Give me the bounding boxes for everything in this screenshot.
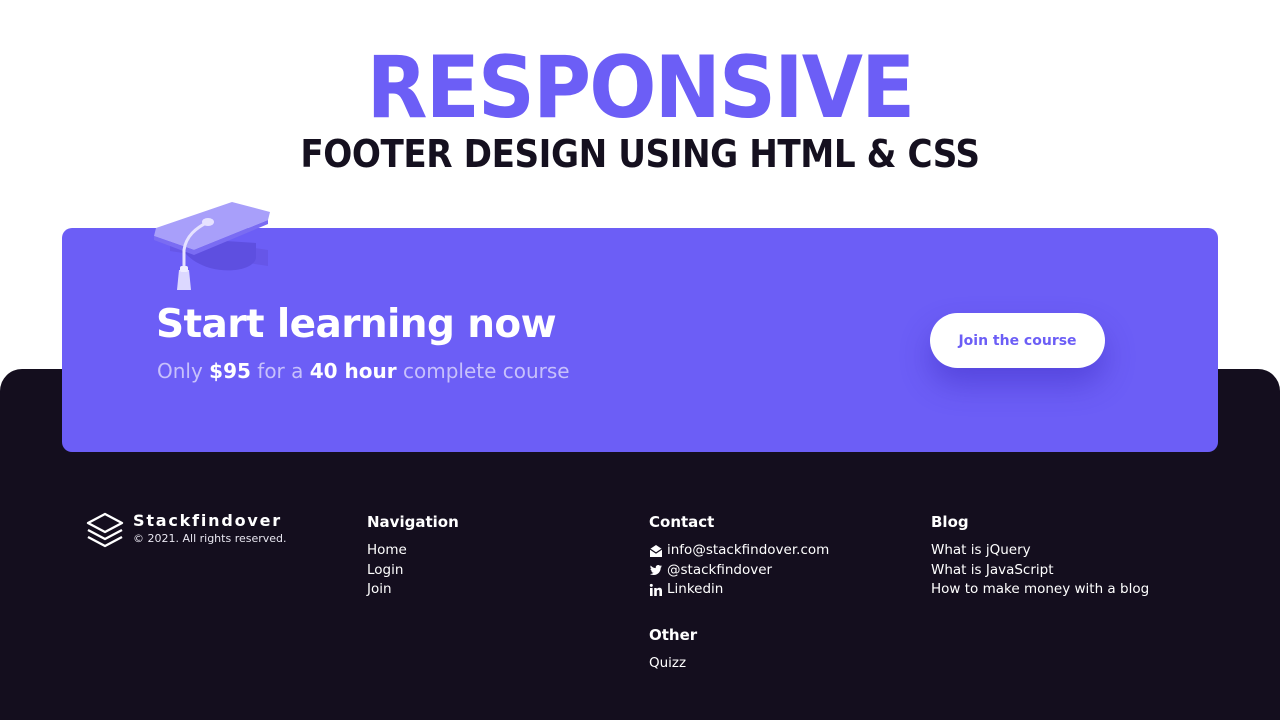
other-item-quizz[interactable]: Quizz: [649, 654, 697, 674]
cta-sub-suffix: complete course: [396, 359, 570, 383]
contact-heading: Contact: [649, 513, 715, 531]
navigation-column: Navigation Home Login Join: [367, 512, 459, 600]
other-link-quizz[interactable]: Quizz: [649, 654, 686, 674]
cta-title: Start learning now: [156, 302, 557, 347]
nav-item-join[interactable]: Join: [367, 580, 459, 600]
cta-subtitle: Only $95 for a 40 hour complete course: [157, 358, 570, 384]
contact-linkedin-link[interactable]: Linkedin: [667, 580, 723, 600]
nav-link-login[interactable]: Login: [367, 561, 403, 581]
navigation-heading: Navigation: [367, 513, 459, 531]
cta-sub-mid: for a: [250, 359, 310, 383]
contact-twitter[interactable]: @stackfindover: [649, 561, 829, 581]
blog-column: Blog What is jQuery What is JavaScript H…: [931, 512, 1149, 600]
layers-icon: [86, 512, 124, 548]
contact-twitter-link[interactable]: @stackfindover: [667, 561, 772, 581]
blog-link-javascript[interactable]: What is JavaScript: [931, 561, 1054, 581]
contact-column: Contact info@stackfindover.com @stackfin…: [649, 512, 829, 600]
other-column: Other Quizz: [649, 625, 697, 674]
contact-email-link[interactable]: info@stackfindover.com: [667, 541, 829, 561]
nav-item-login[interactable]: Login: [367, 561, 459, 581]
join-course-button[interactable]: Join the course: [930, 313, 1105, 368]
twitter-icon: [649, 565, 662, 576]
cta-sub-prefix: Only: [157, 359, 210, 383]
nav-link-home[interactable]: Home: [367, 541, 407, 561]
blog-heading: Blog: [931, 513, 969, 531]
blog-item-money[interactable]: How to make money with a blog: [931, 580, 1149, 600]
graduation-cap-icon: [154, 202, 270, 290]
brand[interactable]: Stackfindover © 2021. All rights reserve…: [85, 510, 325, 550]
cta-hours: 40 hour: [309, 359, 397, 383]
contact-email[interactable]: info@stackfindover.com: [649, 541, 829, 561]
linkedin-icon: [649, 583, 662, 596]
contact-linkedin[interactable]: Linkedin: [649, 580, 829, 600]
cta-price: $95: [209, 359, 251, 383]
brand-name: Stackfindover: [133, 511, 282, 530]
nav-link-join[interactable]: Join: [367, 580, 392, 600]
page-subheadline: FOOTER DESIGN USING HTML & CSS: [300, 132, 980, 176]
page-headline: RESPONSIVE: [366, 38, 916, 138]
blog-item-jquery[interactable]: What is jQuery: [931, 541, 1149, 561]
blog-link-money[interactable]: How to make money with a blog: [931, 580, 1149, 600]
envelope-icon: [649, 544, 663, 557]
other-heading: Other: [649, 626, 698, 644]
nav-item-home[interactable]: Home: [367, 541, 459, 561]
blog-link-jquery[interactable]: What is jQuery: [931, 541, 1031, 561]
blog-item-javascript[interactable]: What is JavaScript: [931, 561, 1149, 581]
copyright-text: © 2021. All rights reserved.: [133, 532, 287, 545]
